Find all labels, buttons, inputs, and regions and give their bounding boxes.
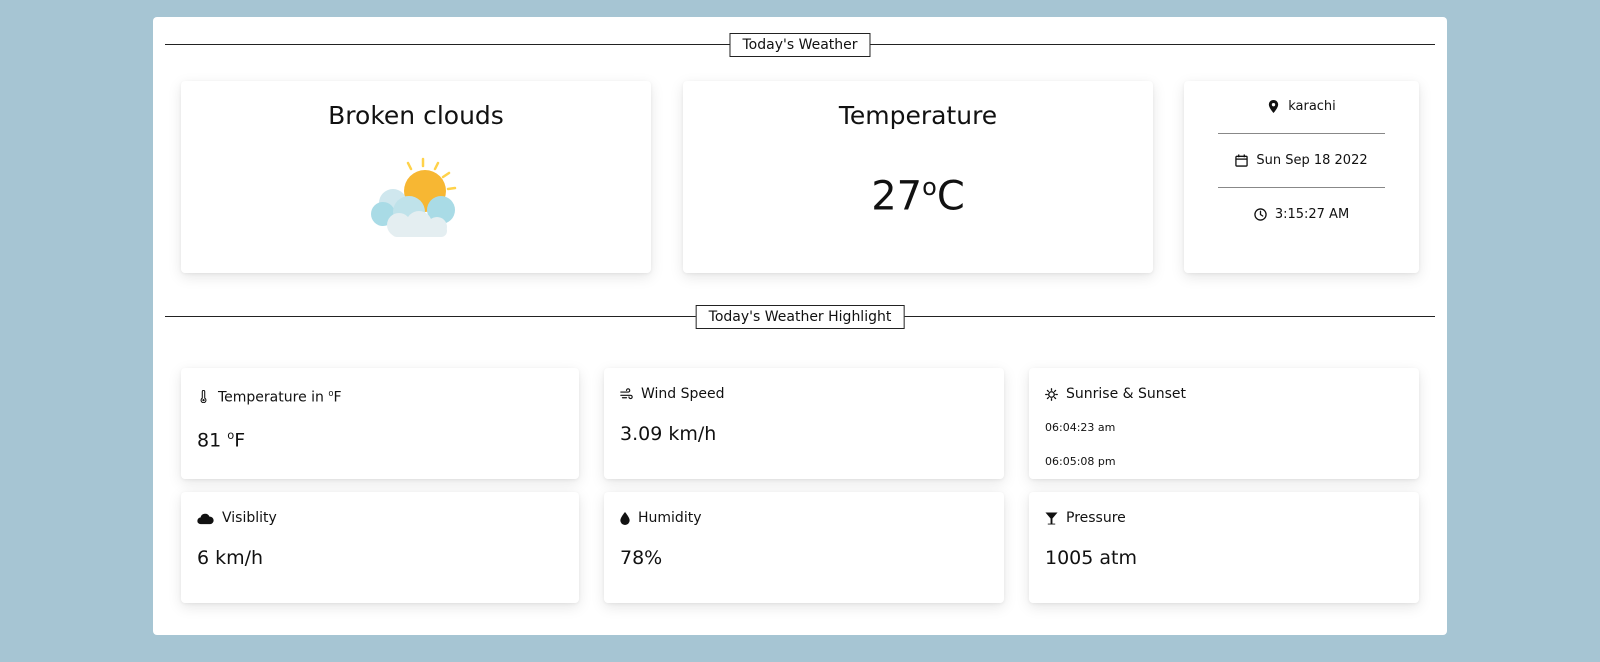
temp-f-number: 81 — [197, 429, 228, 452]
temp-f-label-text: Temperature in — [218, 389, 329, 406]
temperature-title: Temperature — [838, 101, 998, 130]
wind-label: Wind Speed — [641, 386, 725, 402]
visibility-value: 6 km/h — [197, 547, 264, 569]
temp-f-header: Temperature in oF — [197, 388, 342, 406]
pressure-header: Pressure — [1045, 510, 1126, 526]
humidity-header: Humidity — [620, 510, 701, 526]
water-drop-icon — [620, 511, 630, 525]
calendar-icon — [1235, 154, 1249, 167]
temperature-card: Temperature 27oC — [683, 81, 1153, 273]
thermometer-icon — [200, 390, 207, 404]
temp-f-card: Temperature in oF 81 oF — [181, 368, 579, 479]
divider — [1218, 187, 1385, 188]
sun-behind-clouds-icon — [371, 157, 457, 237]
date-text: Sun Sep 18 2022 — [1256, 153, 1368, 168]
location-city: karachi — [1288, 99, 1336, 114]
pressure-card: Pressure 1005 atm — [1029, 492, 1419, 603]
sun-gear-icon — [1045, 387, 1058, 401]
sun-card: Sunrise & Sunset 06:04:23 am 06:05:08 pm — [1029, 368, 1419, 479]
map-pin-icon — [1269, 100, 1279, 113]
pressure-value: 1005 atm — [1045, 547, 1137, 569]
divider — [1218, 133, 1385, 134]
humidity-card: Humidity 78% — [604, 492, 1004, 603]
degree-symbol: o — [922, 173, 937, 201]
temp-f-label: Temperature in oF — [218, 388, 342, 406]
pressure-icon — [1045, 511, 1058, 525]
wind-icon — [620, 387, 633, 399]
sun-label: Sunrise & Sunset — [1066, 386, 1187, 402]
sunrise-time: 06:04:23 am — [1045, 421, 1116, 434]
location-card: karachi Sun Sep 18 2022 3:15:27 AM — [1184, 81, 1419, 273]
weather-panel: Today's Weather Broken clouds Temperatur… — [153, 17, 1447, 635]
visibility-label: Visiblity — [222, 510, 277, 526]
location-row: karachi — [1184, 99, 1419, 114]
temperature-value: 27oC — [683, 173, 1153, 219]
condition-title: Broken clouds — [328, 101, 504, 130]
cloud-icon — [197, 513, 214, 524]
section-title-highlight: Today's Weather Highlight — [695, 305, 905, 329]
temp-f-label-unit: F — [333, 389, 342, 406]
date-row: Sun Sep 18 2022 — [1184, 153, 1419, 168]
humidity-value: 78% — [620, 547, 663, 569]
pressure-label: Pressure — [1066, 510, 1126, 526]
time-row: 3:15:27 AM — [1184, 207, 1419, 222]
wind-card: Wind Speed 3.09 km/h — [604, 368, 1004, 479]
clock-icon — [1254, 208, 1267, 221]
condition-card: Broken clouds — [181, 81, 651, 273]
wind-header: Wind Speed — [620, 386, 725, 402]
visibility-card: Visiblity 6 km/h — [181, 492, 579, 603]
temp-f-value: 81 oF — [197, 428, 245, 451]
visibility-header: Visiblity — [197, 510, 277, 526]
sunset-time: 06:05:08 pm — [1045, 455, 1116, 468]
temperature-number: 27 — [871, 173, 923, 220]
sun-header: Sunrise & Sunset — [1045, 386, 1186, 402]
section-title-today: Today's Weather — [729, 33, 871, 57]
humidity-label: Humidity — [638, 510, 702, 526]
wind-value: 3.09 km/h — [620, 423, 717, 445]
temp-f-unit: F — [234, 429, 246, 452]
time-text: 3:15:27 AM — [1274, 207, 1350, 222]
temperature-unit: C — [936, 173, 965, 220]
